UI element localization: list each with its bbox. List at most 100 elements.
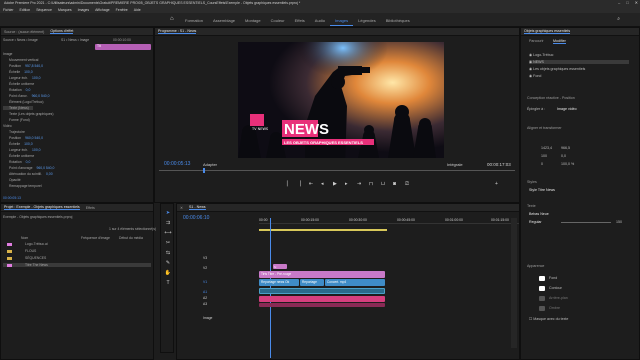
clip-v1-a[interactable]: Reportage news Ok — [259, 279, 299, 286]
shadow-swatch[interactable] — [539, 306, 545, 311]
pen-icon[interactable]: ✎ — [164, 260, 172, 268]
tab-effect-options[interactable]: Options d'effet — [50, 29, 74, 34]
tab-browse[interactable]: Parcourir — [529, 39, 544, 43]
effect-property-row[interactable]: Point d'ancr. 960,0 540,0 — [3, 94, 49, 98]
transform-x[interactable]: 1423,4 — [541, 146, 552, 150]
essential-graphics-title[interactable]: Objets graphiques essentiels — [524, 29, 571, 34]
effect-property-row[interactable]: Mouvement vertical — [3, 58, 42, 62]
close-icon[interactable]: ✕ — [635, 0, 638, 5]
pin-dropdown[interactable]: Image vidéo — [557, 107, 577, 111]
fill-swatch[interactable] — [539, 276, 545, 281]
mark-out-icon[interactable]: ▕ — [297, 181, 301, 187]
transform-angle[interactable]: 0 — [541, 162, 543, 166]
maximize-icon[interactable]: □ — [626, 0, 628, 5]
tab-sequence[interactable]: S1 - News — [189, 205, 206, 210]
project-item[interactable]: SÉQUENCES — [7, 256, 46, 260]
close-icon[interactable]: ✕ — [180, 206, 183, 210]
slip-icon[interactable]: ⇆ — [164, 250, 172, 258]
play-icon[interactable]: ▶ — [333, 181, 337, 187]
minimize-icon[interactable]: – — [618, 0, 620, 5]
track-label-v1[interactable]: V1 — [203, 280, 207, 284]
effect-property-value[interactable]: 960,0 540,0 — [25, 136, 43, 140]
menu-item[interactable]: Fichier — [3, 8, 14, 12]
effect-property-row[interactable]: Atténuation du scintill. 0,00 — [3, 172, 53, 176]
work-area-bar[interactable] — [259, 229, 387, 231]
track-label-a3[interactable]: A3 — [203, 302, 207, 306]
layer-row-selected[interactable]: ◉ NEWS — [529, 60, 629, 64]
tab-edit[interactable]: Modifier — [553, 39, 566, 44]
transform-scale[interactable]: 100 — [541, 154, 547, 158]
project-item[interactable]: Logo-Trébuc.ai — [7, 242, 48, 246]
column-framerate[interactable]: Fréquence d'image — [81, 236, 110, 240]
menu-item[interactable]: Marques — [58, 8, 72, 12]
effect-property-value[interactable]: 960,0 540,0 — [32, 94, 50, 98]
effect-property-row[interactable]: Position 960,0 540,0 — [3, 136, 43, 140]
workspace-tab-couleur[interactable]: Couleur — [266, 16, 290, 26]
quality-dropdown[interactable]: Intégrale — [447, 162, 463, 167]
effect-property-row[interactable]: Opacité — [3, 178, 25, 182]
workspace-tab-audio[interactable]: Audio — [310, 16, 330, 26]
effect-property-value[interactable]: 100,0 — [32, 76, 41, 80]
effect-property-value[interactable]: 100,0 — [32, 148, 41, 152]
razor-icon[interactable]: ✂ — [164, 240, 172, 248]
home-icon[interactable]: ⌂ — [170, 16, 174, 22]
effect-property-row[interactable]: Vidéo — [3, 124, 16, 128]
font-size-slider[interactable] — [561, 222, 611, 223]
hand-icon[interactable]: ✋ — [164, 270, 172, 278]
timeline-scrollbar[interactable] — [511, 218, 517, 348]
menu-item[interactable]: Edition — [20, 8, 31, 12]
effect-property-value[interactable]: 0,0 — [26, 88, 31, 92]
layer-row[interactable]: ◉ Fond — [529, 74, 541, 78]
effect-property-value[interactable]: 0,0 — [26, 160, 31, 164]
time-ruler[interactable]: 00:00 00:00:15:00 00:00:30:00 00:00:45:0… — [259, 218, 519, 224]
menu-item[interactable]: Aide — [134, 8, 141, 12]
transform-rotation[interactable]: 0,0 — [561, 154, 566, 158]
effect-property-row[interactable]: Largeur éch. 100,0 — [3, 76, 41, 80]
eye-icon[interactable]: ◉ — [529, 60, 532, 64]
video-preview[interactable]: TV NEWS NEWS LES OBJETS GRAPHIQUES ESSEN… — [238, 42, 444, 158]
clip-a3[interactable] — [259, 303, 385, 307]
effect-clip-bar[interactable] — [95, 44, 151, 50]
effect-property-value[interactable]: 957,8 540,0 — [25, 64, 43, 68]
column-name[interactable]: Nom — [21, 236, 28, 240]
source-label[interactable]: Source • News • Image — [3, 38, 38, 42]
workspace-tab-formation[interactable]: Formation — [180, 16, 208, 26]
project-item[interactable]: FLOUS — [7, 249, 36, 253]
fit-dropdown[interactable]: Adapter — [203, 162, 217, 167]
menu-item[interactable]: Séquence — [36, 8, 52, 12]
workspace-tab-bibliotheques[interactable]: Bibliothèques — [381, 16, 415, 26]
effect-property-row[interactable]: Trajectoire — [3, 130, 29, 134]
transform-y[interactable]: 966,5 — [561, 146, 570, 150]
effect-property-row[interactable]: Échelle 100,0 — [3, 70, 33, 74]
menu-item[interactable]: Affichage — [95, 8, 110, 12]
font-size-value[interactable]: 150 — [616, 220, 622, 224]
eye-icon[interactable]: ◉ — [529, 53, 532, 57]
track-label-master[interactable]: Image — [203, 316, 212, 320]
background-swatch[interactable] — [539, 296, 545, 301]
program-timecode[interactable]: 00:00:05:13 — [164, 161, 190, 167]
clip-v1-c[interactable]: Concert. mp4 — [325, 279, 385, 286]
extract-icon[interactable]: ⊔ — [381, 181, 385, 187]
column-media-start[interactable]: Début du média — [119, 236, 143, 240]
workspace-tab-legendes[interactable]: Légendes — [353, 16, 381, 26]
workspace-tab-effets[interactable]: Effets — [290, 16, 310, 26]
effect-property-value[interactable]: 960,0 540,0 — [36, 166, 54, 170]
effect-property-row[interactable]: Texte (Les objets graphiques) — [3, 112, 57, 116]
track-label-v2[interactable]: V2 — [203, 266, 207, 270]
transform-opacity[interactable]: 100,0 % — [561, 162, 574, 166]
eye-icon[interactable]: ◉ — [529, 74, 532, 78]
effect-property-row[interactable]: Élément (Logo/Trébuc) — [3, 100, 48, 104]
effect-property-value[interactable]: 0,00 — [46, 172, 53, 176]
effect-property-row[interactable]: Remappage temporel — [3, 184, 46, 188]
effect-property-row[interactable]: Échelle uniforme — [3, 82, 38, 86]
tab-effects[interactable]: Effets — [86, 206, 95, 210]
tab-project[interactable]: Projet : Exemple - Objets graphiques ess… — [4, 205, 80, 210]
track-select-icon[interactable]: ⇉ — [164, 220, 172, 228]
effect-property-row[interactable]: Rotation 0,0 — [3, 160, 30, 164]
effect-property-row[interactable]: Position 957,8 540,0 — [3, 64, 43, 68]
tab-source[interactable]: Source : (aucun élément) — [4, 30, 44, 34]
font-style-dropdown[interactable]: Regular — [529, 220, 542, 224]
tab-program[interactable]: Programme : S1 - News — [158, 29, 197, 34]
effect-property-row[interactable]: Image — [3, 52, 16, 56]
mask-checkbox[interactable]: ☐ Masque avec du texte — [529, 317, 568, 321]
